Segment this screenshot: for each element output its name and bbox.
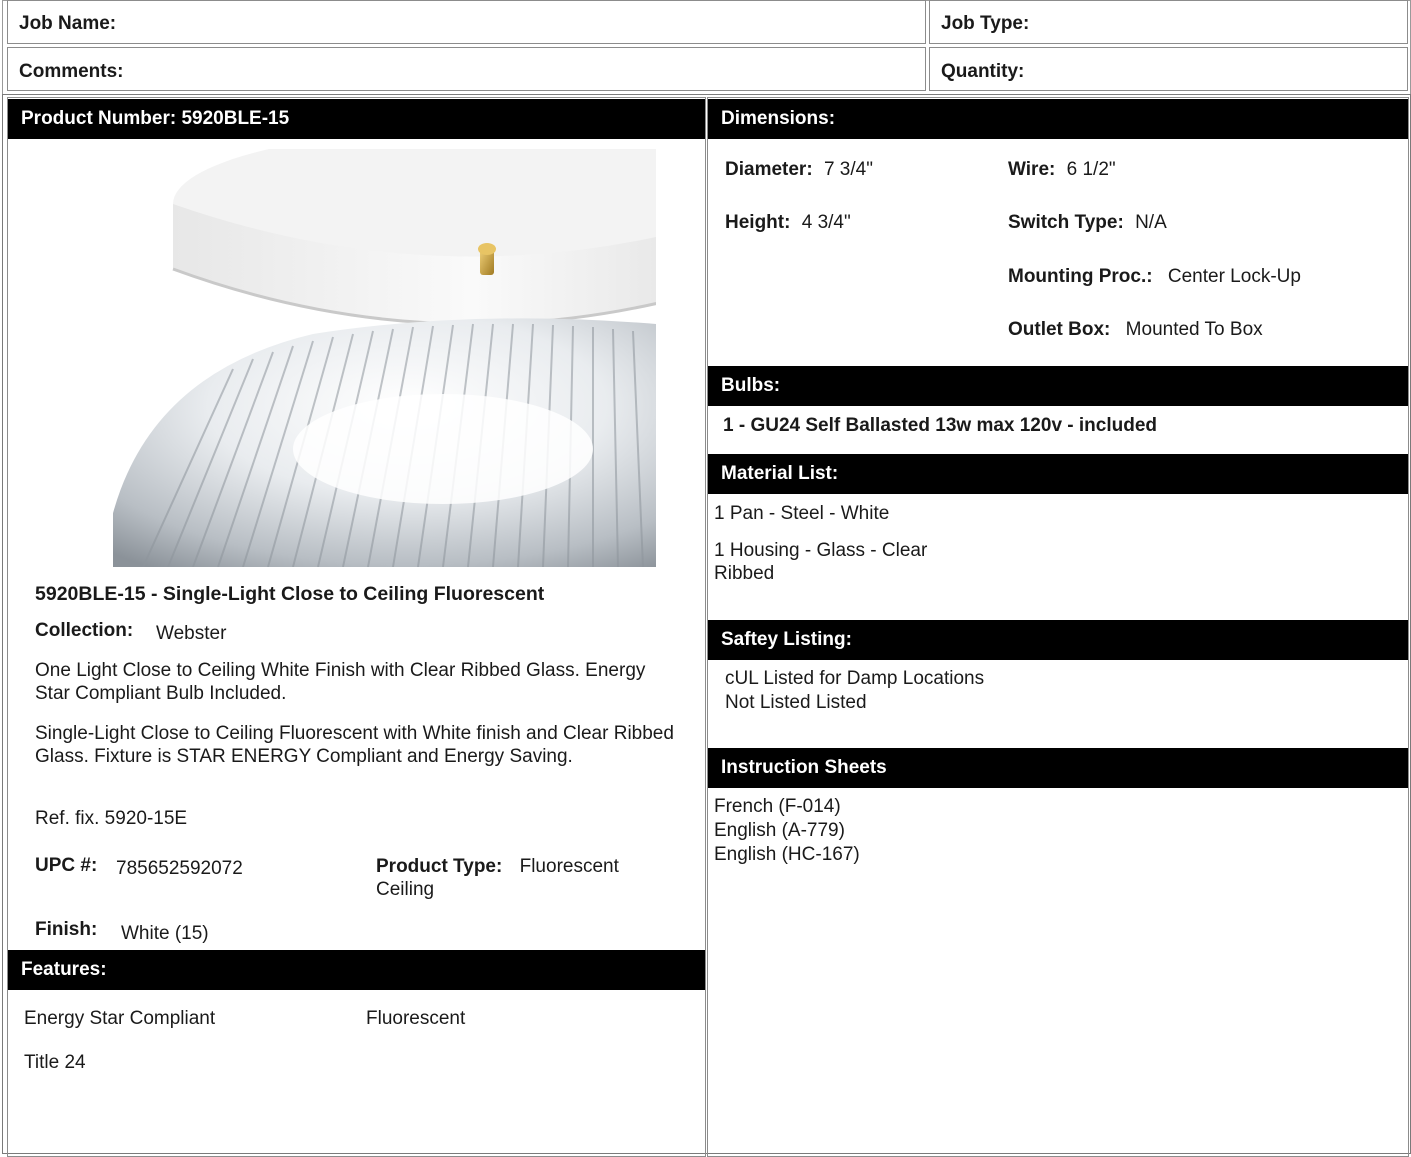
wire-label: Wire:	[1008, 159, 1056, 180]
job-name-cell[interactable]: Job Name:	[7, 0, 926, 44]
collection-value: Webster	[156, 623, 227, 644]
job-type-label: Job Type:	[941, 13, 1030, 34]
safety-listing-header: Saftey Listing:	[708, 620, 1408, 660]
product-title: 5920BLE-15 - Single-Light Close to Ceili…	[35, 583, 545, 605]
switch-type-label: Switch Type:	[1008, 212, 1124, 233]
upc-value: 785652592072	[116, 858, 243, 879]
product-description-short: One Light Close to Ceiling White Finish …	[35, 660, 646, 704]
mounting-row: Mounting Proc.: Center Lock-Up	[1008, 266, 1301, 288]
finish-label: Finish:	[35, 919, 98, 940]
comments-label: Comments:	[19, 61, 124, 82]
job-name-label: Job Name:	[19, 13, 117, 34]
quantity-label: Quantity:	[941, 61, 1025, 82]
wire-value: 6 1/2"	[1066, 159, 1116, 180]
finish-value: White (15)	[121, 923, 209, 944]
dimensions-header: Dimensions:	[708, 99, 1408, 139]
quantity-cell[interactable]: Quantity:	[929, 47, 1408, 91]
job-type-cell[interactable]: Job Type:	[929, 0, 1408, 44]
diameter-row: Diameter: 7 3/4"	[725, 159, 873, 181]
material-item: 1 Pan - Steel - White	[714, 503, 890, 524]
instruction-sheet-link[interactable]: French (F-014)	[714, 796, 841, 818]
reference-fixture: Ref. fix. 5920-15E	[35, 808, 188, 829]
features-header: Features:	[8, 950, 705, 990]
bulbs-header: Bulbs:	[708, 366, 1408, 406]
upc-label: UPC #:	[35, 855, 98, 876]
instruction-sheet-link[interactable]: English (HC-167)	[714, 844, 860, 866]
product-number-header: Product Number: 5920BLE-15	[8, 99, 705, 139]
mounting-value: Center Lock-Up	[1167, 266, 1301, 287]
safety-line: Not Listed Listed	[725, 692, 867, 713]
mounting-label: Mounting Proc.:	[1008, 266, 1153, 287]
switch-type-value: N/A	[1135, 212, 1167, 233]
product-image	[113, 149, 656, 567]
bulbs-value: 1 - GU24 Self Ballasted 13w max 120v - i…	[723, 415, 1158, 436]
instruction-sheet-link[interactable]: English (A-779)	[714, 820, 845, 842]
material-list-header: Material List:	[708, 454, 1408, 494]
collection-label: Collection:	[35, 620, 134, 641]
diameter-value: 7 3/4"	[823, 159, 873, 180]
product-type: Product Type: Fluorescent Ceiling	[376, 855, 676, 901]
feature-item: Energy Star Compliant	[24, 1008, 216, 1029]
instruction-sheets-header: Instruction Sheets	[708, 748, 1408, 788]
outlet-box-row: Outlet Box: Mounted To Box	[1008, 319, 1263, 341]
feature-item: Title 24	[24, 1052, 86, 1073]
diameter-label: Diameter:	[725, 159, 813, 180]
height-value: 4 3/4"	[801, 212, 851, 233]
product-description-long: Single-Light Close to Ceiling Fluorescen…	[35, 723, 674, 767]
wire-row: Wire: 6 1/2"	[1008, 159, 1116, 181]
outlet-box-label: Outlet Box:	[1008, 319, 1111, 340]
safety-line: cUL Listed for Damp Locations	[725, 668, 985, 689]
comments-cell[interactable]: Comments:	[7, 47, 926, 91]
material-item: 1 Housing - Glass - Clear Ribbed	[714, 540, 928, 584]
height-label: Height:	[725, 212, 791, 233]
outlet-box-value: Mounted To Box	[1125, 319, 1263, 340]
feature-item: Fluorescent	[366, 1008, 466, 1029]
product-type-label: Product Type:	[376, 856, 503, 877]
height-row: Height: 4 3/4"	[725, 212, 851, 234]
switch-type-row: Switch Type: N/A	[1008, 212, 1167, 234]
